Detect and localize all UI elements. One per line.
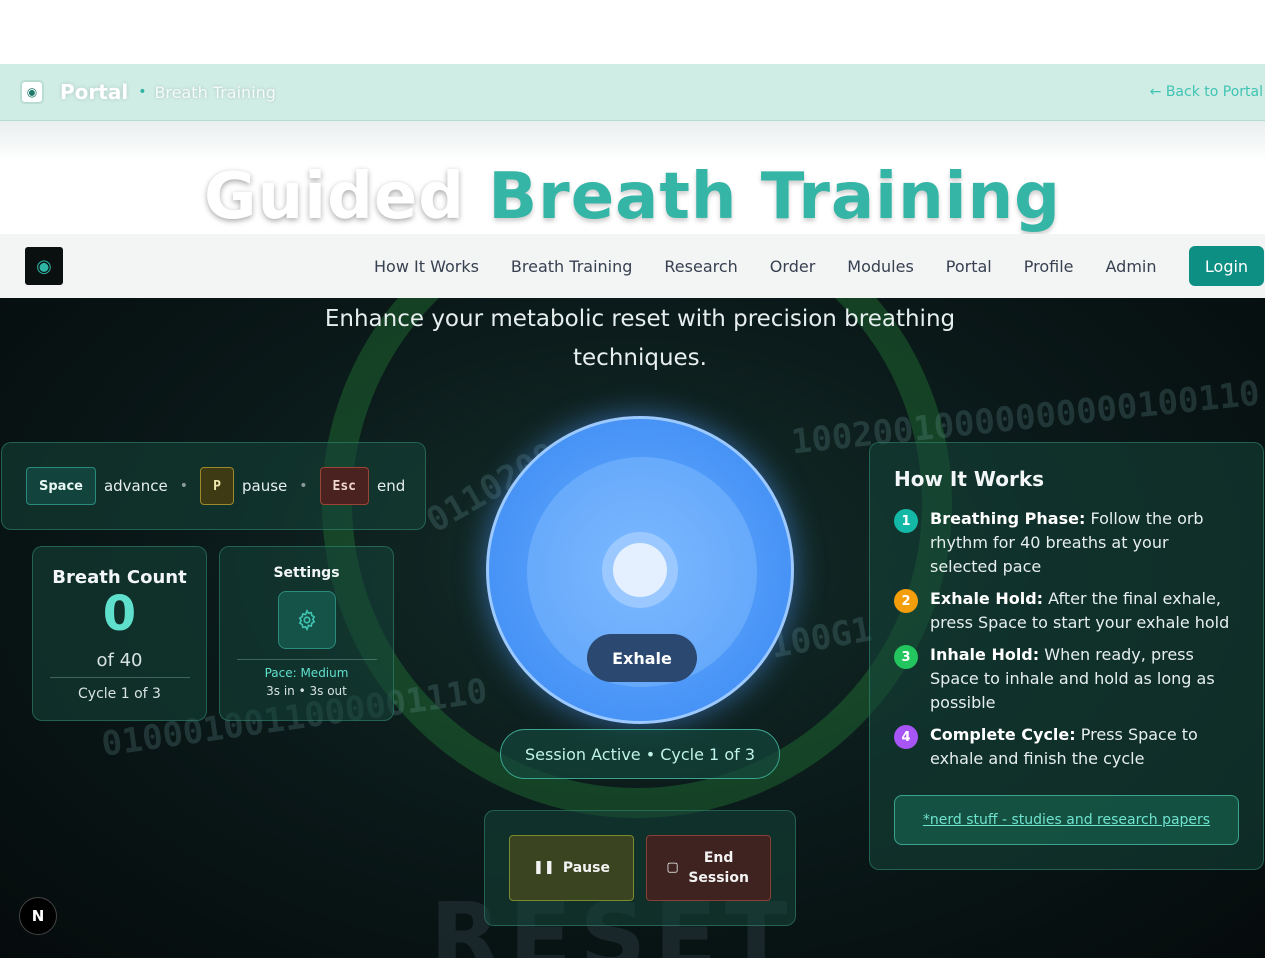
step-text: Breathing Phase: Follow the orb rhythm f… <box>930 509 1204 576</box>
research-papers-link[interactable]: *nerd stuff - studies and research paper… <box>894 795 1239 845</box>
pause-button-label: Pause <box>562 860 610 876</box>
dev-tools-badge[interactable]: N <box>19 897 57 935</box>
end-session-button[interactable]: ▢ End Session <box>646 835 771 901</box>
nav-portal[interactable]: Portal <box>930 257 1008 276</box>
shortcut-separator: • <box>299 478 308 494</box>
login-button[interactable]: Login <box>1189 246 1264 286</box>
breath-count-title: Breath Count <box>52 567 187 588</box>
step-text: Complete Cycle: Press Space to exhale an… <box>930 725 1198 768</box>
space-key: Space <box>26 467 96 505</box>
shadow-band <box>0 121 1265 161</box>
breath-count-value: 0 <box>102 586 137 642</box>
settings-title: Settings <box>273 565 340 581</box>
session-controls: ❚❚ Pause ▢ End Session <box>484 810 796 926</box>
orb-core <box>613 543 667 597</box>
nav-breath-training[interactable]: Breath Training <box>495 257 648 276</box>
page-title-part1: Guided <box>204 160 466 234</box>
step-text: Exhale Hold: After the final exhale, pre… <box>930 589 1230 632</box>
how-it-works-title: How It Works <box>894 467 1045 491</box>
nav-order[interactable]: Order <box>754 257 831 276</box>
p-key: P <box>200 467 234 505</box>
pause-button[interactable]: ❚❚ Pause <box>509 835 634 901</box>
breath-count-total: of 40 <box>96 650 143 671</box>
step-item: 4 Complete Cycle: Press Space to exhale … <box>894 723 1239 771</box>
settings-card: Settings Pace: Medium 3s in • 3s out <box>219 546 394 721</box>
page-title: Guided Breath Training <box>0 160 1265 234</box>
shortcut-separator: • <box>179 478 188 494</box>
breathing-orb: Exhale <box>486 416 794 724</box>
tagline: Enhance your metabolic reset with precis… <box>324 306 956 371</box>
portal-title[interactable]: Portal <box>60 80 128 104</box>
portal-bar: ◉ Portal • Breath Training ← Back to Por… <box>0 64 1265 121</box>
p-key-label: pause <box>242 477 288 495</box>
step-number: 3 <box>894 645 918 669</box>
step-number: 2 <box>894 589 918 613</box>
portal-logo-icon[interactable]: ◉ <box>20 80 44 104</box>
settings-button[interactable] <box>277 591 336 649</box>
end-session-button-label: End Session <box>688 850 749 886</box>
nav-modules[interactable]: Modules <box>831 257 930 276</box>
nav-research[interactable]: Research <box>648 257 753 276</box>
settings-pace: Pace: Medium <box>264 666 349 680</box>
step-number: 1 <box>894 509 918 533</box>
navbar: ◉ How It Works Breath Training Research … <box>0 234 1265 298</box>
page-title-part2: Breath Training <box>488 160 1061 234</box>
portal-subtitle: Breath Training <box>154 82 276 102</box>
keyboard-shortcuts-panel: Space advance • P pause • Esc end <box>1 442 426 530</box>
breath-count-cycle: Cycle 1 of 3 <box>78 686 161 702</box>
pause-icon: ❚❚ <box>533 860 555 875</box>
step-text: Inhale Hold: When ready, press Space to … <box>930 645 1215 712</box>
gear-icon <box>298 609 315 631</box>
breath-count-card: Breath Count 0 of 40 Cycle 1 of 3 <box>32 546 207 721</box>
stop-icon: ▢ <box>666 860 679 875</box>
how-it-works-panel: How It Works 1 Breathing Phase: Follow t… <box>869 442 1264 870</box>
nav-links: How It Works Breath Training Research Or… <box>358 234 1173 298</box>
space-key-label: advance <box>103 477 168 495</box>
nav-admin[interactable]: Admin <box>1090 257 1173 276</box>
session-status-badge: Session Active • Cycle 1 of 3 <box>500 729 780 779</box>
step-item: 1 Breathing Phase: Follow the orb rhythm… <box>894 507 1239 579</box>
divider <box>49 677 190 678</box>
settings-timing: 3s in • 3s out <box>266 684 347 698</box>
nav-profile[interactable]: Profile <box>1008 257 1090 276</box>
esc-key-label: end <box>377 477 406 495</box>
site-logo[interactable]: ◉ <box>25 247 63 285</box>
step-item: 3 Inhale Hold: When ready, press Space t… <box>894 643 1239 715</box>
phase-label: Exhale <box>587 634 697 682</box>
step-number: 4 <box>894 725 918 749</box>
step-item: 2 Exhale Hold: After the final exhale, p… <box>894 587 1239 635</box>
esc-key: Esc <box>319 467 370 505</box>
portal-separator: • <box>138 84 147 100</box>
back-to-portal-link[interactable]: ← Back to Portal <box>1150 84 1263 100</box>
divider <box>236 659 377 660</box>
nav-how-it-works[interactable]: How It Works <box>358 257 495 276</box>
